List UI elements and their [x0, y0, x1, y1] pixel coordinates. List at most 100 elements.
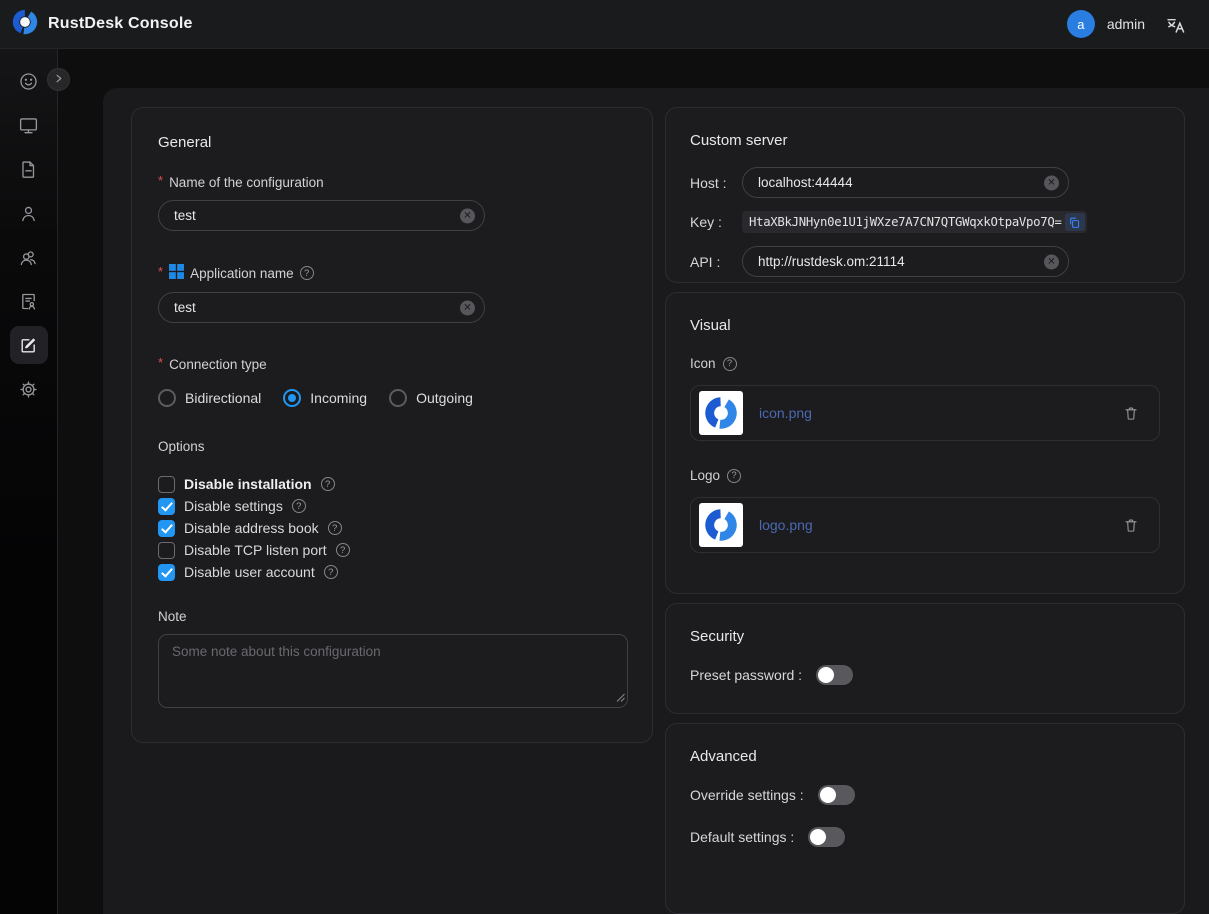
custom-server-card: Custom server Host : ✕ Key : HtaXBkJNHyn… — [665, 107, 1185, 283]
sidebar-item-1[interactable] — [10, 62, 48, 100]
users-icon — [18, 247, 39, 268]
default-settings-toggle[interactable] — [808, 827, 845, 847]
icon-file-link[interactable]: icon.png — [759, 405, 812, 421]
clear-host-icon[interactable]: ✕ — [1044, 175, 1059, 190]
checkbox-disable-address-book[interactable]: Disable address book ? — [158, 517, 626, 539]
general-title: General — [158, 134, 626, 151]
help-icon[interactable]: ? — [723, 357, 737, 371]
sidebar — [0, 49, 58, 914]
help-icon[interactable]: ? — [324, 565, 338, 579]
delete-icon-file-button[interactable] — [1123, 405, 1139, 422]
checkbox-icon — [158, 564, 175, 581]
required-asterisk: * — [158, 355, 163, 370]
icon-thumbnail — [699, 391, 743, 435]
application-name-label: * Application name ? — [158, 264, 626, 282]
sidebar-item-2[interactable] — [10, 106, 48, 144]
help-icon[interactable]: ? — [321, 477, 335, 491]
checkbox-icon — [158, 498, 175, 515]
help-icon[interactable]: ? — [336, 543, 350, 557]
preset-password-label: Preset password : — [690, 667, 802, 683]
logo-file-card: logo.png — [690, 497, 1160, 553]
clear-api-icon[interactable]: ✕ — [1044, 254, 1059, 269]
api-label: API : — [690, 254, 742, 270]
key-label: Key : — [690, 214, 742, 230]
checkbox-icon — [158, 476, 175, 493]
security-card: Security Preset password : — [665, 603, 1185, 714]
clear-application-name-icon[interactable]: ✕ — [460, 300, 475, 315]
sidebar-item-4[interactable] — [10, 194, 48, 232]
user-icon — [18, 203, 39, 224]
config-name-label: * Name of the configuration — [158, 175, 626, 190]
note-label: Note — [158, 609, 626, 624]
radio-circle-icon — [158, 389, 176, 407]
api-input[interactable] — [742, 246, 1069, 277]
sidebar-item-3[interactable] — [10, 150, 48, 188]
required-asterisk: * — [158, 173, 163, 188]
override-settings-label: Override settings : — [690, 787, 804, 803]
radio-incoming[interactable]: Incoming — [283, 389, 367, 407]
toggle-knob — [810, 829, 826, 845]
default-settings-label: Default settings : — [690, 829, 794, 845]
checkbox-icon — [158, 520, 175, 537]
sidebar-item-8[interactable] — [10, 370, 48, 408]
preset-password-toggle[interactable] — [816, 665, 853, 685]
visual-title: Visual — [690, 317, 1160, 334]
user-avatar[interactable]: a — [1067, 10, 1095, 38]
server-key-value: HtaXBkJNHyn0e1U1jWXze7A7CN7QTGWqxkOtpaVp… — [742, 211, 1087, 233]
checkbox-icon — [158, 542, 175, 559]
checkbox-disable-settings[interactable]: Disable settings ? — [158, 495, 626, 517]
custom-server-title: Custom server — [690, 132, 1160, 149]
visual-card: Visual Icon ? icon.png — [665, 292, 1185, 594]
radio-circle-icon — [283, 389, 301, 407]
security-title: Security — [690, 628, 1160, 645]
chevron-right-icon — [53, 71, 64, 89]
radio-bidirectional[interactable]: Bidirectional — [158, 389, 261, 407]
sidebar-item-6[interactable] — [10, 282, 48, 320]
icon-label: Icon ? — [690, 356, 1160, 371]
clear-config-name-icon[interactable]: ✕ — [460, 208, 475, 223]
user-name[interactable]: admin — [1107, 16, 1145, 32]
connection-type-label: * Connection type — [158, 357, 626, 372]
toggle-knob — [820, 787, 836, 803]
gear-icon — [18, 379, 39, 400]
connection-type-group: Bidirectional Incoming Outgoing — [158, 389, 626, 407]
advanced-title: Advanced — [690, 748, 1160, 765]
rustdesk-logo-icon — [12, 9, 38, 40]
help-icon[interactable]: ? — [292, 499, 306, 513]
topbar: RustDesk Console a admin — [0, 0, 1209, 49]
logo-file-link[interactable]: logo.png — [759, 517, 813, 533]
logo-thumbnail — [699, 503, 743, 547]
general-card: General * Name of the configuration ✕ * — [131, 107, 653, 743]
document-person-icon — [18, 291, 39, 312]
checkbox-disable-user-account[interactable]: Disable user account ? — [158, 561, 626, 583]
toggle-knob — [818, 667, 834, 683]
translate-icon[interactable] — [1163, 12, 1187, 36]
config-name-input[interactable] — [158, 200, 485, 231]
help-icon[interactable]: ? — [300, 266, 314, 280]
radio-circle-icon — [389, 389, 407, 407]
sidebar-expand-button[interactable] — [47, 68, 70, 91]
app-title: RustDesk Console — [48, 15, 193, 33]
sidebar-item-7[interactable] — [10, 326, 48, 364]
icon-file-card: icon.png — [690, 385, 1160, 441]
help-icon[interactable]: ? — [727, 469, 741, 483]
delete-logo-file-button[interactable] — [1123, 517, 1139, 534]
radio-outgoing[interactable]: Outgoing — [389, 389, 473, 407]
sidebar-item-5[interactable] — [10, 238, 48, 276]
copy-icon[interactable] — [1065, 213, 1085, 231]
windows-logo-icon — [169, 264, 184, 282]
override-settings-toggle[interactable] — [818, 785, 855, 805]
smiley-icon — [18, 71, 39, 92]
required-asterisk: * — [158, 264, 163, 279]
logo-label: Logo ? — [690, 468, 1160, 483]
host-label: Host : — [690, 175, 742, 191]
note-textarea[interactable] — [158, 634, 628, 708]
help-icon[interactable]: ? — [328, 521, 342, 535]
application-name-input[interactable] — [158, 292, 485, 323]
checkbox-disable-tcp-listen-port[interactable]: Disable TCP listen port ? — [158, 539, 626, 561]
brand: RustDesk Console — [12, 9, 193, 40]
checkbox-disable-installation[interactable]: Disable installation ? — [158, 473, 626, 495]
host-input[interactable] — [742, 167, 1069, 198]
options-group: Disable installation ? Disable settings … — [158, 473, 626, 583]
monitor-icon — [18, 115, 39, 136]
